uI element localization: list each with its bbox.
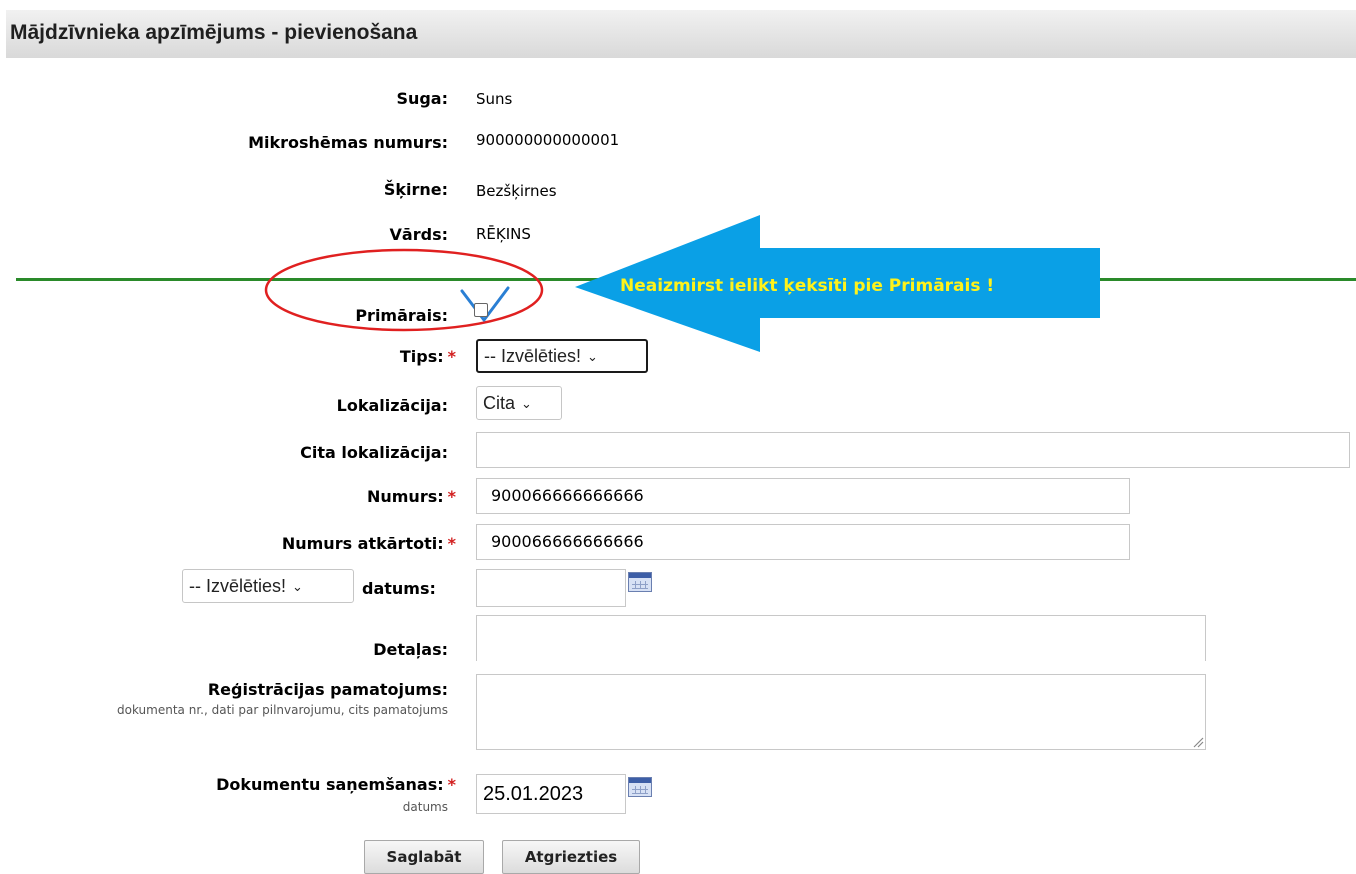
- type-label: Tips: *: [399, 347, 456, 366]
- number-input[interactable]: 900066666666666: [476, 478, 1130, 514]
- location-select[interactable]: Cita ⌄: [476, 386, 562, 420]
- resize-handle-icon[interactable]: [1192, 736, 1204, 748]
- primary-label: Primārais:: [355, 306, 448, 325]
- chevron-down-icon: ⌄: [521, 396, 532, 411]
- doc-received-label: Dokumentu saņemšanas: *: [216, 775, 456, 794]
- chevron-down-icon: ⌄: [587, 349, 598, 364]
- doc-received-date-input[interactable]: 25.01.2023: [476, 774, 626, 814]
- date-input[interactable]: [476, 569, 626, 607]
- date-type-select[interactable]: -- Izvēlēties! ⌄: [182, 569, 354, 603]
- location-label: Lokalizācija:: [336, 396, 448, 415]
- doc-received-hint: datums: [402, 800, 448, 814]
- reg-basis-label: Reģistrācijas pamatojums:: [207, 680, 448, 699]
- other-location-input[interactable]: [476, 432, 1350, 468]
- back-button[interactable]: Atgriezties: [502, 840, 640, 874]
- reg-basis-hint: dokumenta nr., dati par pilnvarojumu, ci…: [117, 703, 448, 717]
- details-input[interactable]: [476, 615, 1206, 661]
- details-label: Detaļas:: [373, 640, 448, 659]
- calendar-icon[interactable]: [628, 572, 652, 592]
- primary-checkbox[interactable]: [474, 303, 488, 317]
- number-label: Numurs: *: [366, 487, 456, 506]
- reg-basis-textarea[interactable]: [476, 674, 1206, 750]
- date-label: datums:: [362, 579, 436, 598]
- other-location-label: Cita lokalizācija:: [300, 443, 448, 462]
- chevron-down-icon: ⌄: [292, 579, 303, 594]
- type-select[interactable]: -- Izvēlēties! ⌄: [476, 339, 648, 373]
- reminder-text: Neaizmirst ielikt ķeksīti pie Primārais …: [620, 276, 995, 296]
- calendar-icon[interactable]: [628, 777, 652, 797]
- number-repeat-input[interactable]: 900066666666666: [476, 524, 1130, 560]
- save-button[interactable]: Saglabāt: [364, 840, 484, 874]
- number-repeat-label: Numurs atkārtoti: *: [281, 534, 456, 553]
